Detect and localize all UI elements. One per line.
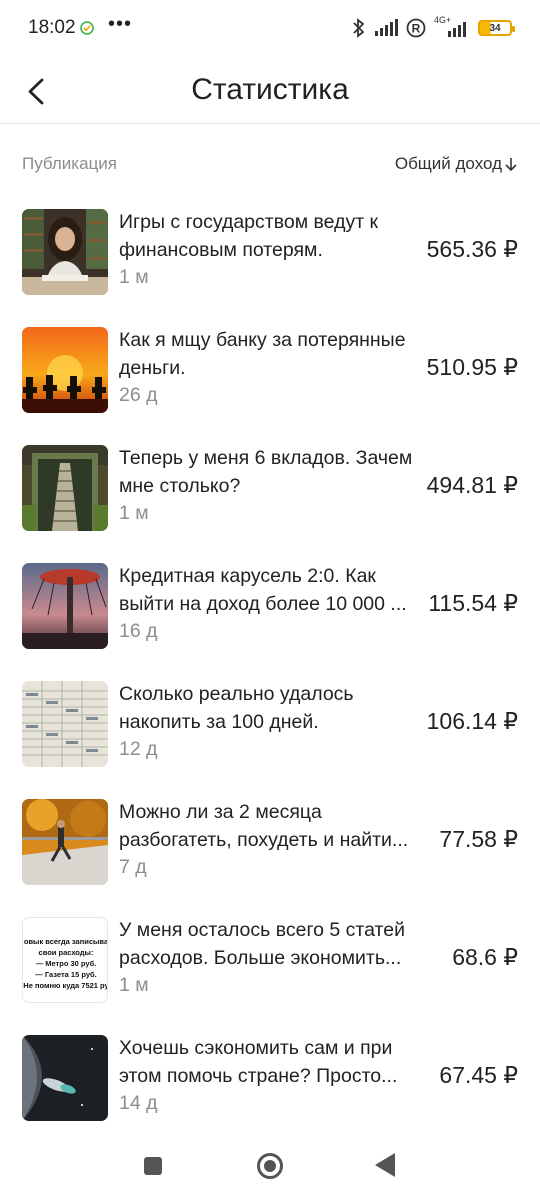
- thumbnail-riders-sunset: [22, 327, 108, 413]
- list-item[interactable]: овык всегда записыва свои расходы: — Мет…: [0, 908, 540, 1026]
- page-title: Статистика: [191, 73, 349, 106]
- item-income: 565.36 ₽: [426, 236, 518, 262]
- status-bar: 18:02 ••• R 4G+ 34: [0, 0, 540, 58]
- thumbnail-stone-staircase: [22, 445, 108, 531]
- recents-icon[interactable]: [144, 1157, 162, 1175]
- column-publication: Публикация: [22, 154, 118, 173]
- sort-by-income-button[interactable]: Общий доход: [395, 154, 518, 174]
- item-age: 1 м: [119, 266, 149, 288]
- note-line: — Газета 15 руб.: [35, 970, 97, 979]
- item-title: Теперь у меня 6 вкладов. Зачем мне столь…: [119, 447, 413, 497]
- system-navbar: [0, 1140, 540, 1200]
- item-income: 494.81 ₽: [426, 472, 518, 498]
- list-item[interactable]: Хочешь сэкономить сам и при этом помочь …: [0, 1026, 540, 1144]
- item-title: Хочешь сэкономить сам и при этом помочь …: [119, 1037, 398, 1087]
- item-age: 12 д: [119, 738, 158, 760]
- battery-level: 34: [489, 22, 501, 34]
- check-circle-icon: [80, 21, 94, 35]
- publication-list: Игры с государством ведут к финансовым п…: [0, 200, 540, 1144]
- item-income: 67.45 ₽: [439, 1062, 518, 1088]
- bluetooth-icon: [353, 18, 365, 38]
- app-header: Статистика: [0, 58, 540, 124]
- item-title: Кредитная карусель 2:0. Как выйти на дох…: [119, 565, 407, 615]
- note-line: — Метро 30 руб.: [35, 959, 97, 968]
- column-headers: Публикация Общий доход: [0, 148, 540, 182]
- list-item[interactable]: Игры с государством ведут к финансовым п…: [0, 200, 540, 318]
- signal-4g-icon: 4G+: [434, 15, 470, 38]
- thumbnail-expenses-note: овык всегда записыва свои расходы: — Мет…: [22, 917, 108, 1003]
- item-title: Сколько реально удалось накопить за 100 …: [119, 683, 354, 733]
- thumbnail-woman-reading: [22, 209, 108, 295]
- item-income: 77.58 ₽: [439, 826, 518, 852]
- home-icon[interactable]: [257, 1153, 283, 1179]
- note-line: Не помню куда 7521 ру: [23, 981, 108, 990]
- item-income: 510.95 ₽: [426, 354, 518, 380]
- note-line: овык всегда записыва: [23, 937, 108, 946]
- item-age: 1 м: [119, 502, 149, 524]
- registered-icon: R: [406, 18, 426, 38]
- item-title: Игры с государством ведут к финансовым п…: [119, 211, 379, 261]
- battery-icon: 34: [478, 20, 515, 36]
- list-item[interactable]: Как я мщу банку за потерянные деньги. 26…: [0, 318, 540, 436]
- item-age: 1 м: [119, 974, 149, 996]
- svg-text:R: R: [412, 22, 421, 36]
- item-age: 16 д: [119, 620, 158, 642]
- more-notifications-icon: •••: [108, 13, 133, 35]
- item-income: 68.6 ₽: [452, 944, 518, 970]
- thumbnail-handwritten-table: [22, 681, 108, 767]
- status-time: 18:02: [28, 17, 76, 38]
- arrow-down-icon: [505, 158, 517, 172]
- status-icons: R 4G+ 34: [352, 15, 515, 39]
- item-age: 26 д: [119, 384, 158, 406]
- list-item[interactable]: Сколько реально удалось накопить за 100 …: [0, 672, 540, 790]
- thumbnail-space-satellite: [22, 1035, 108, 1121]
- item-title: У меня осталось всего 5 статей расходов.…: [119, 919, 405, 969]
- item-age: 7 д: [119, 856, 147, 878]
- list-item[interactable]: Можно ли за 2 месяца разбогатеть, похуде…: [0, 790, 540, 908]
- list-item[interactable]: Кредитная карусель 2:0. Как выйти на дох…: [0, 554, 540, 672]
- item-income: 115.54 ₽: [428, 590, 518, 616]
- list-item[interactable]: Теперь у меня 6 вкладов. Зачем мне столь…: [0, 436, 540, 554]
- note-line: свои расходы:: [38, 948, 94, 957]
- back-triangle-icon[interactable]: [375, 1153, 395, 1177]
- item-title: Можно ли за 2 месяца разбогатеть, похуде…: [119, 801, 409, 851]
- item-title: Как я мщу банку за потерянные деньги.: [119, 329, 406, 379]
- column-total-income: Общий доход: [394, 154, 502, 173]
- signal-icon: [375, 19, 398, 36]
- thumbnail-swing-carousel: [22, 563, 108, 649]
- item-age: 14 д: [119, 1092, 158, 1114]
- item-income: 106.14 ₽: [426, 708, 518, 734]
- thumbnail-runner-autumn: [22, 799, 108, 885]
